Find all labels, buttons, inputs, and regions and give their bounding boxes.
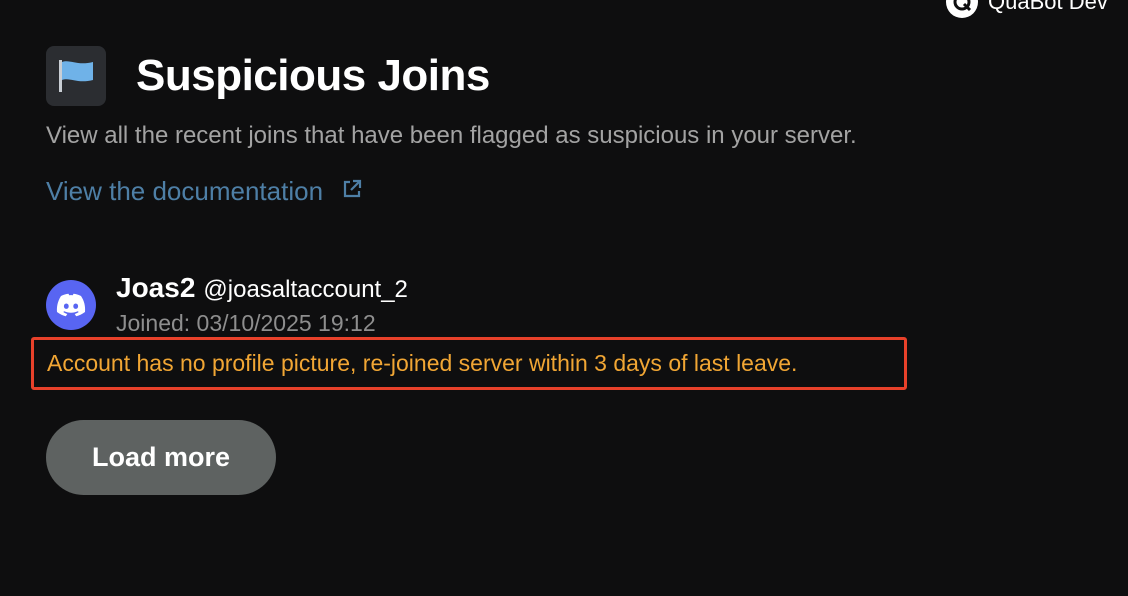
documentation-link[interactable]: View the documentation [46, 176, 363, 207]
user-line: Joas2 @joasaltaccount_2 [116, 272, 408, 304]
user-handle: @joasaltaccount_2 [203, 276, 408, 303]
joined-timestamp: Joined: 03/10/2025 19:12 [116, 310, 376, 336]
bot-identity[interactable]: QuaBot Dev [946, 0, 1108, 18]
quabot-logo-icon [946, 0, 978, 18]
flag-icon [46, 46, 106, 106]
flag-reason-highlight: Account has no profile picture, re-joine… [31, 337, 907, 390]
username: Joas2 [116, 272, 196, 303]
load-more-button[interactable]: Load more [46, 420, 276, 495]
bot-name: QuaBot Dev [988, 0, 1108, 14]
documentation-link-label: View the documentation [46, 176, 324, 206]
page-header: Suspicious Joins [46, 46, 490, 106]
discord-icon [46, 280, 96, 330]
page-title: Suspicious Joins [136, 51, 490, 100]
page-subtitle: View all the recent joins that have been… [46, 122, 857, 149]
suspicious-joins-page: QuaBot Dev Suspicious Joins View all the… [0, 0, 1128, 596]
flag-reason: Account has no profile picture, re-joine… [47, 350, 798, 376]
external-link-icon [341, 176, 363, 207]
